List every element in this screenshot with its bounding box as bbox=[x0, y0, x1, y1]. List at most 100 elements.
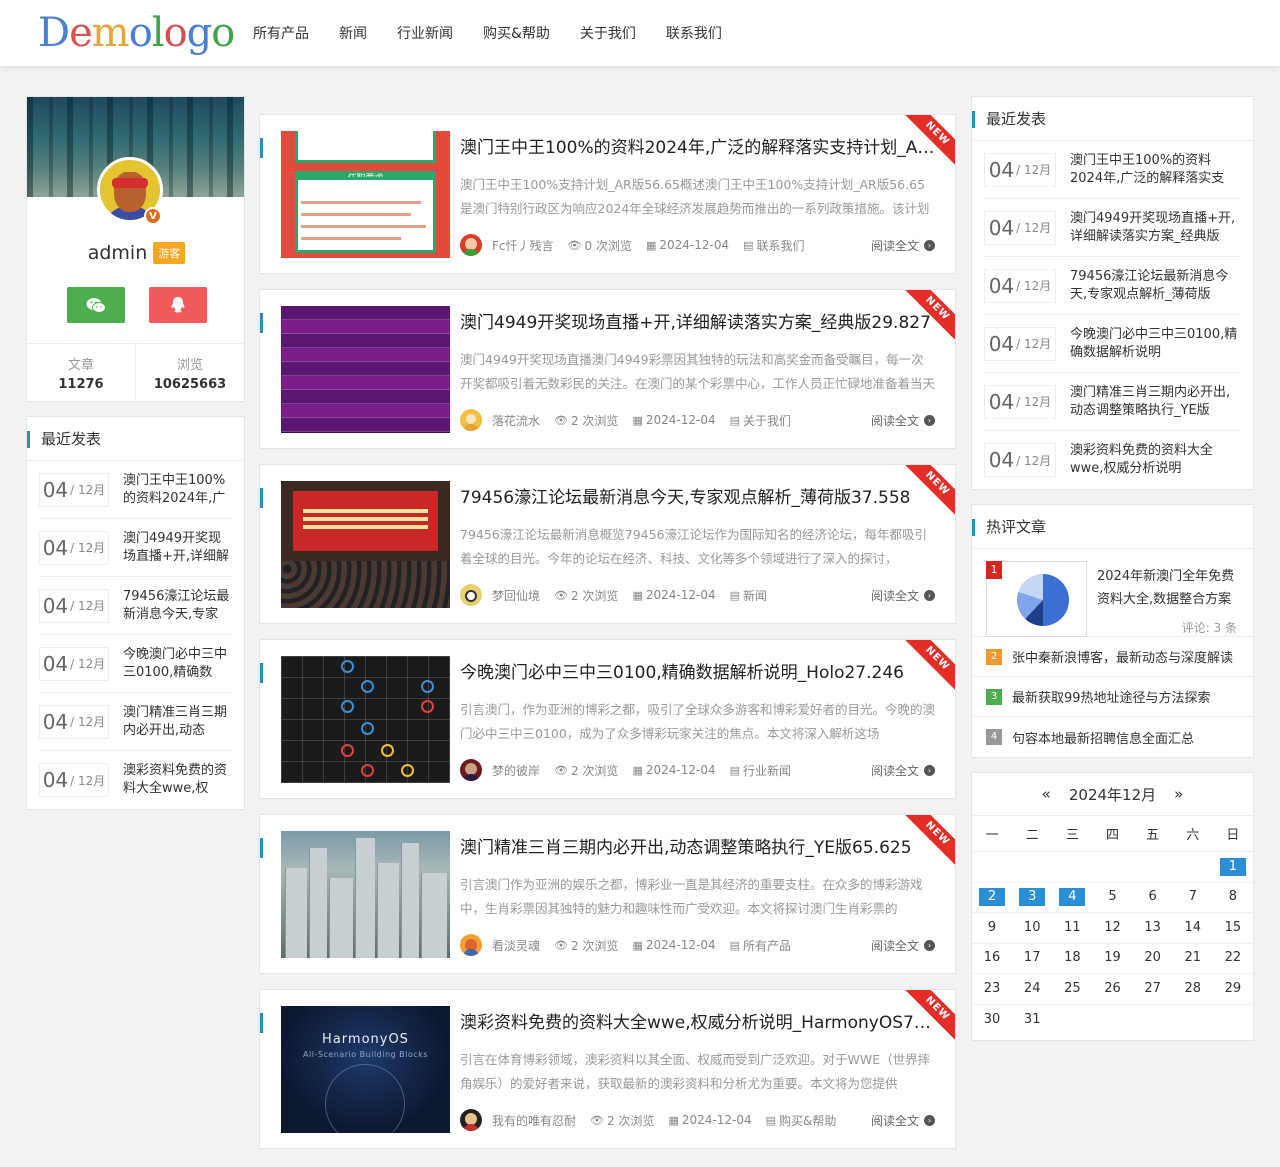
recent-post-link[interactable]: 澳门精准三肖三期内必开出,动态 bbox=[123, 704, 232, 740]
author-avatar[interactable] bbox=[460, 234, 482, 256]
hot-title-link[interactable]: 张中秦新浪博客，最新动态与深度解读 bbox=[1012, 647, 1233, 666]
hot-title-link[interactable]: 2024年新澳门全年免费资料大全,数据整合方案 bbox=[1097, 565, 1237, 611]
calendar-day[interactable]: 30 bbox=[979, 1011, 1005, 1029]
article-title[interactable]: 澳彩资料免费的资料大全wwe,权威分析说明_HarmonyOS75.226 bbox=[460, 1008, 935, 1033]
calendar-day[interactable]: 14 bbox=[1180, 919, 1206, 937]
calendar-day[interactable]: 19 bbox=[1099, 949, 1125, 967]
category-link[interactable]: 关于我们 bbox=[743, 412, 791, 429]
calendar-day[interactable]: 16 bbox=[979, 949, 1005, 967]
calendar-day[interactable]: 8 bbox=[1220, 888, 1246, 906]
nav-item-contact[interactable]: 联系我们 bbox=[651, 23, 737, 43]
calendar-day[interactable]: 11 bbox=[1059, 919, 1085, 937]
article-thumbnail[interactable]: 任职要求 bbox=[281, 131, 450, 258]
recent-post-link[interactable]: 澳彩资料免费的资料大全wwe,权威分析说明 bbox=[1070, 442, 1241, 478]
hot-item[interactable]: 2 张中秦新浪博客，最新动态与深度解读 bbox=[972, 637, 1253, 677]
author-name[interactable]: 梦的彼岸 bbox=[492, 762, 540, 779]
article-title[interactable]: 澳门4949开奖现场直播+开,详细解读落实方案_经典版29.827 bbox=[460, 308, 935, 333]
calendar-day[interactable]: 10 bbox=[1019, 919, 1045, 937]
calendar-day[interactable]: 1 bbox=[1219, 857, 1246, 876]
article-thumbnail[interactable] bbox=[281, 831, 450, 958]
calendar-day-cell[interactable]: 15 bbox=[1212, 912, 1253, 943]
calendar-day[interactable]: 4 bbox=[1059, 888, 1086, 907]
list-item[interactable]: 04/ 12月 澳门精准三肖三期内必开出,动态 bbox=[39, 693, 232, 751]
article-thumbnail[interactable] bbox=[281, 656, 450, 783]
calendar-day[interactable]: 25 bbox=[1059, 980, 1085, 998]
list-item[interactable]: 04/ 12月 澳门4949开奖现场直播+开,详细解读落实方案_经典版 bbox=[984, 199, 1241, 257]
read-more-link[interactable]: 阅读全文 › bbox=[871, 587, 935, 604]
calendar-day[interactable]: 9 bbox=[979, 919, 1005, 937]
recent-post-link[interactable]: 今晚澳门必中三中三0100,精确数据解析说明 bbox=[1070, 326, 1241, 362]
category-link[interactable]: 购买&帮助 bbox=[779, 1112, 836, 1129]
calendar-day[interactable]: 15 bbox=[1220, 919, 1246, 937]
hot-item[interactable]: 4 句容本地最新招聘信息全面汇总 bbox=[972, 717, 1253, 757]
calendar-day-cell[interactable]: 5 bbox=[1092, 881, 1133, 913]
category-link[interactable]: 行业新闻 bbox=[743, 762, 791, 779]
recent-post-link[interactable]: 澳门4949开奖现场直播+开,详细解 bbox=[123, 530, 232, 566]
category-link[interactable]: 新闻 bbox=[743, 587, 767, 604]
calendar-day-cell[interactable]: 11 bbox=[1052, 912, 1093, 943]
calendar-day[interactable]: 23 bbox=[979, 980, 1005, 998]
hot-item[interactable]: 3 最新获取99热地址途径与方法探索 bbox=[972, 677, 1253, 717]
calendar-day[interactable]: 20 bbox=[1140, 949, 1166, 967]
hot-item-featured[interactable]: 1 2024年新澳门全年免费资料大全,数据整合方案 评论: 3 条 bbox=[972, 549, 1253, 637]
nav-item-products[interactable]: 所有产品 bbox=[238, 23, 324, 43]
author-name[interactable]: 梦回仙境 bbox=[492, 587, 540, 604]
calendar-day-cell[interactable]: 6 bbox=[1132, 881, 1173, 913]
calendar-day-cell[interactable]: 29 bbox=[1212, 973, 1253, 1004]
recent-post-link[interactable]: 澳门4949开奖现场直播+开,详细解读落实方案_经典版 bbox=[1070, 210, 1241, 246]
site-logo[interactable]: Demologo bbox=[38, 10, 235, 56]
article-title[interactable]: 79456濠江论坛最新消息今天,专家观点解析_薄荷版37.558 bbox=[460, 483, 935, 508]
calendar-day-cell[interactable]: 3 bbox=[1012, 881, 1053, 913]
recent-post-link[interactable]: 79456濠江论坛最新消息今天,专家 bbox=[123, 588, 232, 624]
calendar-day-cell[interactable]: 24 bbox=[1012, 973, 1053, 1004]
calendar-day-cell[interactable]: 14 bbox=[1172, 912, 1213, 943]
calendar-day[interactable]: 12 bbox=[1099, 919, 1125, 937]
list-item[interactable]: 04/ 12月 澳门王中王100%的资料2024年,广 bbox=[39, 461, 232, 519]
calendar-prev-button[interactable]: « bbox=[1042, 785, 1051, 803]
calendar-day-cell[interactable]: 18 bbox=[1052, 942, 1093, 974]
article-thumbnail[interactable]: HarmonyOS All-Scenario Building Blocks bbox=[281, 1006, 450, 1133]
calendar-day-cell[interactable]: 27 bbox=[1132, 973, 1173, 1004]
calendar-day[interactable]: 5 bbox=[1099, 888, 1125, 906]
read-more-link[interactable]: 阅读全文 › bbox=[871, 937, 935, 954]
calendar-day-cell[interactable]: 2 bbox=[972, 881, 1013, 913]
article-title[interactable]: 澳门精准三肖三期内必开出,动态调整策略执行_YE版65.625 bbox=[460, 833, 935, 858]
list-item[interactable]: 04/ 12月 79456濠江论坛最新消息今天,专家观点解析_薄荷版 bbox=[984, 257, 1241, 315]
nav-item-buy-help[interactable]: 购买&帮助 bbox=[468, 23, 565, 43]
category-link[interactable]: 所有产品 bbox=[743, 937, 791, 954]
hot-title-link[interactable]: 句容本地最新招聘信息全面汇总 bbox=[1012, 728, 1194, 747]
recent-post-link[interactable]: 79456濠江论坛最新消息今天,专家观点解析_薄荷版 bbox=[1070, 268, 1241, 304]
list-item[interactable]: 04/ 12月 79456濠江论坛最新消息今天,专家 bbox=[39, 577, 232, 635]
nav-item-news[interactable]: 新闻 bbox=[324, 23, 382, 43]
calendar-day-cell[interactable]: 17 bbox=[1012, 942, 1053, 974]
calendar-day[interactable]: 7 bbox=[1180, 888, 1206, 906]
recent-post-link[interactable]: 澳门精准三肖三期内必开出,动态调整策略执行_YE版 bbox=[1070, 384, 1241, 420]
calendar-day[interactable]: 2 bbox=[979, 888, 1006, 907]
calendar-day-cell[interactable]: 20 bbox=[1132, 942, 1173, 974]
author-avatar[interactable] bbox=[460, 759, 482, 781]
calendar-day-cell[interactable]: 13 bbox=[1132, 912, 1173, 943]
calendar-day[interactable]: 13 bbox=[1140, 919, 1166, 937]
calendar-day-cell[interactable]: 28 bbox=[1172, 973, 1213, 1004]
calendar-day-cell[interactable]: 4 bbox=[1052, 881, 1093, 913]
author-avatar[interactable] bbox=[460, 934, 482, 956]
calendar-day-cell[interactable]: 9 bbox=[972, 912, 1013, 943]
calendar-day-cell[interactable]: 25 bbox=[1052, 973, 1093, 1004]
calendar-day[interactable]: 22 bbox=[1220, 949, 1246, 967]
recent-post-link[interactable]: 今晚澳门必中三中三0100,精确数 bbox=[123, 646, 232, 682]
calendar-day-cell[interactable]: 30 bbox=[972, 1003, 1013, 1035]
calendar-day[interactable]: 3 bbox=[1019, 888, 1046, 907]
calendar-day-cell[interactable]: 19 bbox=[1092, 942, 1133, 974]
calendar-day-cell[interactable]: 21 bbox=[1172, 942, 1213, 974]
list-item[interactable]: 04/ 12月 澳门王中王100%的资料2024年,广泛的解释落实支 bbox=[984, 141, 1241, 199]
category-link[interactable]: 联系我们 bbox=[757, 237, 805, 254]
list-item[interactable]: 04/ 12月 澳彩资料免费的资料大全wwe,权威分析说明 bbox=[984, 431, 1241, 489]
calendar-day[interactable]: 24 bbox=[1019, 980, 1045, 998]
list-item[interactable]: 04/ 12月 澳门精准三肖三期内必开出,动态调整策略执行_YE版 bbox=[984, 373, 1241, 431]
nav-item-about[interactable]: 关于我们 bbox=[565, 23, 651, 43]
list-item[interactable]: 04/ 12月 今晚澳门必中三中三0100,精确数 bbox=[39, 635, 232, 693]
calendar-next-button[interactable]: » bbox=[1174, 785, 1183, 803]
recent-post-link[interactable]: 澳门王中王100%的资料2024年,广泛的解释落实支 bbox=[1070, 152, 1241, 188]
recent-post-link[interactable]: 澳彩资料免费的资料大全wwe,权 bbox=[123, 762, 232, 798]
article-thumbnail[interactable] bbox=[281, 481, 450, 608]
